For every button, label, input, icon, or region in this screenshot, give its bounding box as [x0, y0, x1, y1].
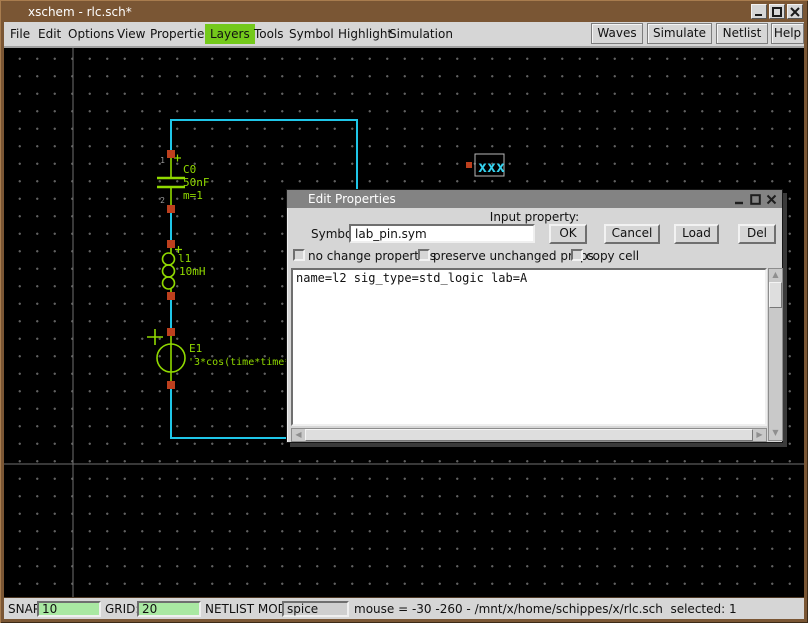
xschem-window: xschem - rlc.sch* File Edit Options View…: [0, 0, 808, 623]
close-button[interactable]: [787, 4, 803, 19]
input-property-prompt: Input property:: [287, 210, 782, 224]
minimize-icon: [734, 194, 745, 205]
horizontal-scrollbar[interactable]: ◀ ▶: [291, 428, 767, 442]
window-controls: [751, 4, 803, 19]
menu-properties[interactable]: Properties: [150, 27, 211, 41]
scroll-left-icon[interactable]: ◀: [292, 429, 305, 441]
simulate-button[interactable]: Simulate: [647, 23, 712, 44]
no-change-properties-checkbox[interactable]: [293, 249, 305, 261]
ind-ref-label: l1: [178, 252, 191, 265]
canvas-top-border: [4, 46, 804, 48]
window-title: xschem - rlc.sch*: [28, 5, 132, 19]
pin-square[interactable]: [167, 381, 175, 389]
minimize-button[interactable]: [751, 4, 767, 19]
dialog-titlebar[interactable]: Edit Properties: [287, 190, 782, 208]
horizontal-scroll-thumb[interactable]: [305, 429, 753, 441]
pin-square[interactable]: [167, 150, 175, 158]
minimize-icon: [754, 7, 764, 17]
statusbar: SNAP: 10 GRID: 20 NETLIST MODE: spice mo…: [4, 597, 804, 619]
scroll-down-icon[interactable]: ▼: [769, 427, 782, 440]
dialog-close-button[interactable]: [764, 192, 779, 207]
dialog-title: Edit Properties: [308, 192, 396, 206]
maximize-icon: [772, 7, 782, 17]
menu-view[interactable]: View: [117, 27, 145, 41]
menu-layers[interactable]: Layers: [205, 24, 255, 44]
netlist-mode-input[interactable]: spice: [282, 601, 349, 617]
netlist-button[interactable]: Netlist: [716, 23, 768, 44]
dialog-minimize-button[interactable]: [732, 192, 747, 207]
plus-icon: [174, 155, 181, 162]
menu-options[interactable]: Options: [68, 27, 114, 41]
copy-cell-checkbox[interactable]: [571, 249, 583, 261]
help-button[interactable]: Help: [771, 23, 804, 44]
mouse-status-info: mouse = -30 -260 - /mnt/x/home/schippes/…: [354, 602, 737, 616]
waves-button[interactable]: Waves: [591, 23, 643, 44]
del-button[interactable]: Del: [738, 224, 776, 244]
cap-value-label: 50nF: [183, 176, 210, 189]
inductor-l1[interactable]: l1 10mH: [163, 240, 206, 300]
vertical-scrollbar[interactable]: ▲ ▼: [768, 268, 783, 441]
menu-simulation[interactable]: Simulation: [389, 27, 453, 41]
close-icon: [790, 7, 800, 17]
plus-icon: [147, 329, 163, 345]
edit-properties-dialog: Edit Properties Input property: Symbol l…: [286, 189, 783, 443]
vertical-scroll-thumb[interactable]: [769, 282, 782, 308]
net-label-selected[interactable]: xxx: [466, 154, 505, 176]
menu-symbol[interactable]: Symbol: [289, 27, 334, 41]
maximize-button[interactable]: [769, 4, 785, 19]
grid-label: GRID:: [105, 602, 139, 616]
ok-button[interactable]: OK: [549, 224, 587, 244]
preserve-unchanged-props-label: preserve unchanged props: [433, 249, 594, 263]
capacitor-c0[interactable]: 1 2 C0 50nF m=1: [157, 150, 210, 213]
pin-square[interactable]: [167, 292, 175, 300]
cap-pin2-number: 2: [160, 196, 165, 205]
pin-square[interactable]: [466, 162, 472, 168]
scroll-up-icon[interactable]: ▲: [769, 269, 782, 282]
property-textarea[interactable]: name=l2 sig_type=std_logic lab=A: [291, 268, 767, 426]
scroll-right-icon[interactable]: ▶: [753, 429, 766, 441]
symbol-input[interactable]: lab_pin.sym: [349, 224, 535, 243]
pin-square[interactable]: [167, 240, 175, 248]
menu-edit[interactable]: Edit: [38, 27, 61, 41]
pin-square[interactable]: [167, 328, 175, 336]
window-titlebar[interactable]: xschem - rlc.sch*: [4, 1, 804, 22]
menu-highlight[interactable]: Highlight: [338, 27, 392, 41]
cap-mult-label: m=1: [183, 189, 203, 202]
preserve-unchanged-props-checkbox[interactable]: [418, 249, 430, 261]
net-label-text: xxx: [478, 158, 505, 176]
dialog-controls: [732, 192, 779, 207]
grid-input[interactable]: 20: [137, 601, 201, 617]
snap-input[interactable]: 10: [37, 601, 101, 617]
src-ref-label: E1: [189, 342, 202, 355]
load-button[interactable]: Load: [674, 224, 719, 244]
menubar: File Edit Options View Properties Layers…: [4, 22, 804, 46]
copy-cell-label: copy cell: [586, 249, 639, 263]
maximize-icon: [750, 194, 761, 205]
dialog-maximize-button[interactable]: [748, 192, 763, 207]
cap-pin1-number: 1: [160, 156, 165, 165]
cap-ref-label: C0: [183, 163, 196, 176]
cancel-button[interactable]: Cancel: [604, 224, 660, 244]
ind-value-label: 10mH: [179, 265, 206, 278]
no-change-properties-label: no change properties: [308, 249, 436, 263]
pin-square[interactable]: [167, 205, 175, 213]
menu-tools[interactable]: Tools: [254, 27, 284, 41]
menu-file[interactable]: File: [10, 27, 30, 41]
close-icon: [766, 194, 777, 205]
